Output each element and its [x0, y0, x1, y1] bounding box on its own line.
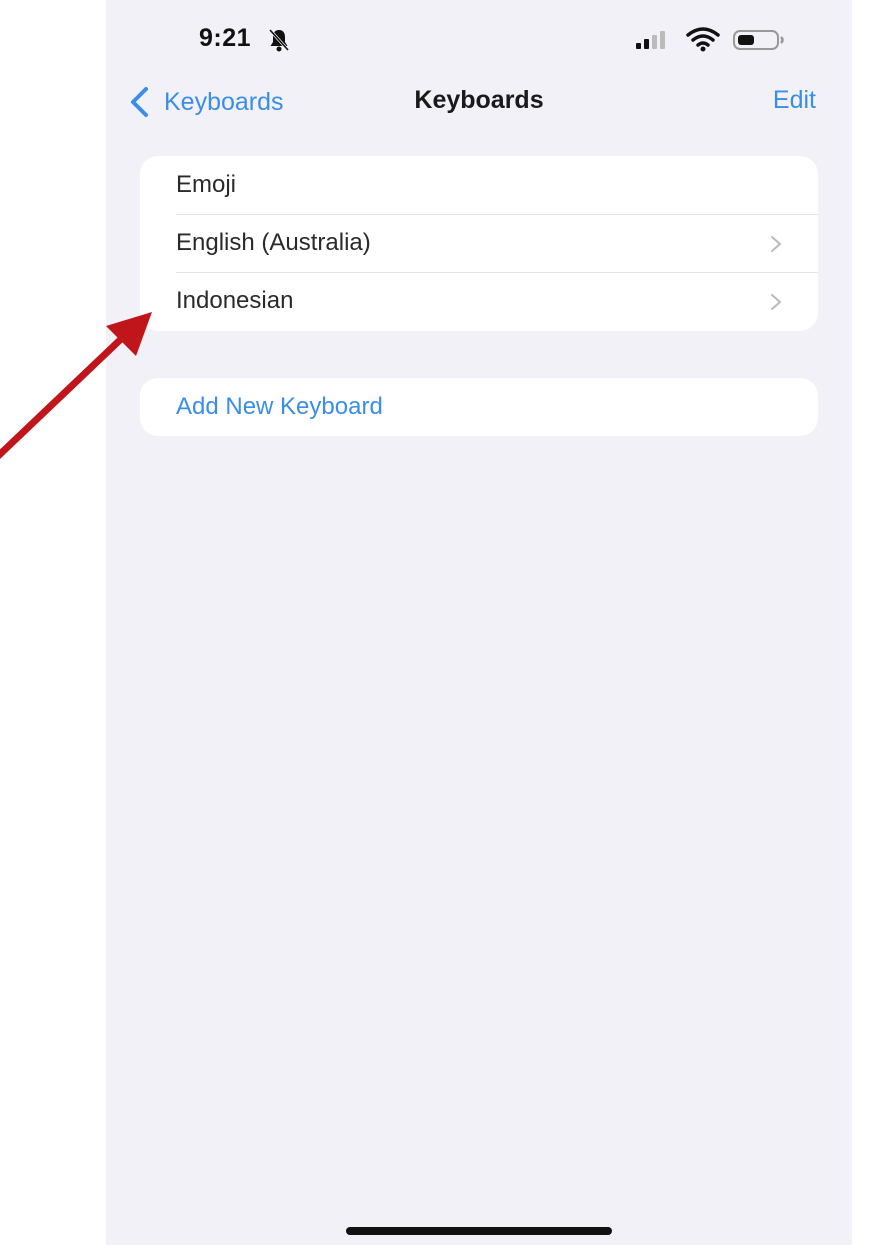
wifi-icon	[686, 27, 720, 52]
keyboards-list: Emoji English (Australia) Indonesian	[140, 156, 818, 331]
add-keyboard-group: Add New Keyboard	[140, 378, 818, 436]
chevron-right-icon	[771, 294, 781, 310]
chevron-right-icon	[771, 236, 781, 252]
home-indicator	[346, 1227, 612, 1235]
edit-button[interactable]: Edit	[773, 86, 816, 115]
keyboard-row-indonesian[interactable]: Indonesian	[140, 272, 818, 330]
keyboard-row-english-australia[interactable]: English (Australia)	[140, 214, 818, 272]
battery-icon	[733, 30, 784, 50]
cellular-signal-icon	[636, 31, 665, 49]
bell-slash-icon	[268, 28, 290, 52]
annotation-arrow-icon	[0, 312, 152, 460]
page-title: Keyboards	[414, 86, 544, 114]
phone-screen: 9:21 Keyboards Keyboards Edit Emoji Engl…	[106, 0, 852, 1245]
status-time: 9:21	[199, 24, 252, 52]
page: 9:21 Keyboards Keyboards Edit Emoji Engl…	[0, 0, 870, 1258]
keyboard-label: English (Australia)	[176, 229, 371, 256]
keyboard-row-emoji[interactable]: Emoji	[140, 156, 818, 214]
keyboard-label: Indonesian	[176, 287, 294, 314]
add-new-keyboard-button[interactable]: Add New Keyboard	[140, 378, 818, 436]
keyboard-label: Emoji	[176, 171, 237, 198]
add-new-keyboard-label: Add New Keyboard	[176, 393, 383, 420]
